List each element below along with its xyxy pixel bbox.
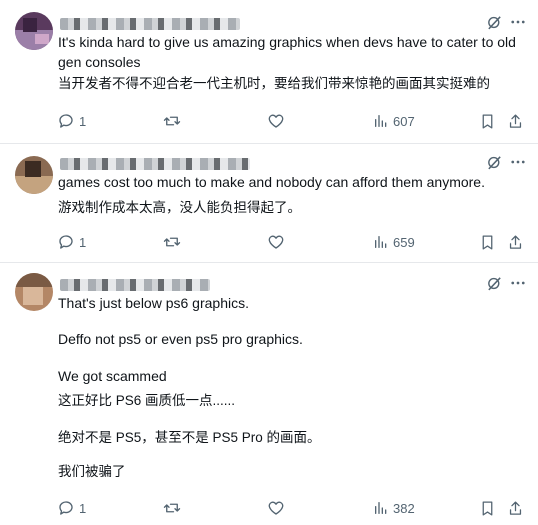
like-button[interactable] xyxy=(267,231,285,253)
more-icon[interactable] xyxy=(508,273,528,293)
post-2[interactable]: games cost too much to make and nobody c… xyxy=(0,144,538,262)
avatar[interactable] xyxy=(15,273,53,311)
action-bar: 1 607 xyxy=(55,110,535,132)
reply-icon xyxy=(59,114,73,128)
like-icon xyxy=(268,235,284,249)
views-button[interactable]: 607 xyxy=(373,110,415,132)
share-icon xyxy=(509,113,522,128)
grok-icon[interactable] xyxy=(484,152,504,172)
share-button[interactable] xyxy=(507,497,524,519)
view-count: 659 xyxy=(393,234,415,250)
share-button[interactable] xyxy=(507,231,524,253)
share-button[interactable] xyxy=(507,110,524,132)
bookmark-icon xyxy=(482,234,493,250)
text-line: It's kinda hard to give us amazing graph… xyxy=(58,34,516,50)
bookmark-icon xyxy=(482,500,493,516)
reply-count: 1 xyxy=(79,500,87,516)
post-text-line: We got scammed xyxy=(58,368,167,384)
retweet-button[interactable] xyxy=(163,110,181,132)
retweet-button[interactable] xyxy=(163,231,181,253)
reply-button[interactable]: 1 xyxy=(57,110,86,132)
views-button[interactable]: 659 xyxy=(373,231,415,253)
retweet-button[interactable] xyxy=(163,497,181,519)
post-text-zh: 当开发者不得不迎合老一代主机时，要给我们带来惊艳的画面其实挺难的 xyxy=(58,74,526,94)
reply-button[interactable]: 1 xyxy=(57,497,86,519)
like-icon xyxy=(268,501,284,515)
grok-icon[interactable] xyxy=(484,12,504,32)
post-1[interactable]: It's kinda hard to give us amazing graph… xyxy=(0,0,538,143)
reply-count: 1 xyxy=(79,234,87,250)
author-name-obscured xyxy=(60,158,250,170)
text-line: 游戏制作成本太高，没人能负担得起了。 xyxy=(58,200,301,215)
like-icon xyxy=(268,114,284,128)
post-text-en: games cost too much to make and nobody c… xyxy=(58,172,526,192)
reply-icon xyxy=(59,235,73,249)
text-line: games cost too much to make and nobody c… xyxy=(58,174,485,190)
post-text-en: It's kinda hard to give us amazing graph… xyxy=(58,32,526,72)
bookmark-button[interactable] xyxy=(479,497,496,519)
reply-icon xyxy=(59,501,73,515)
action-bar: 1 659 xyxy=(55,231,535,253)
bookmark-button[interactable] xyxy=(479,231,496,253)
reply-count: 1 xyxy=(79,113,87,129)
bookmark-button[interactable] xyxy=(479,110,496,132)
view-count: 382 xyxy=(393,500,415,516)
text-line: 当开发者不得不迎合老一代主机时，要给我们带来惊艳的画面其实挺难的 xyxy=(58,76,490,91)
text-line: gen consoles xyxy=(58,54,141,70)
view-count: 607 xyxy=(393,113,415,129)
retweet-icon xyxy=(163,503,181,513)
like-button[interactable] xyxy=(267,110,285,132)
more-icon[interactable] xyxy=(508,12,528,32)
share-icon xyxy=(509,500,522,515)
grok-icon[interactable] xyxy=(484,273,504,293)
post-text-line: 这正好比 PS6 画质低一点...... xyxy=(58,393,236,408)
avatar[interactable] xyxy=(15,12,53,50)
post-3[interactable]: That's just below ps6 graphics. Deffo no… xyxy=(0,263,538,525)
retweet-icon xyxy=(163,237,181,247)
post-text-line: That's just below ps6 graphics. xyxy=(58,295,249,311)
author-name-obscured xyxy=(60,18,240,30)
avatar[interactable] xyxy=(15,156,53,194)
post-text-zh: 游戏制作成本太高，没人能负担得起了。 xyxy=(58,198,526,218)
bookmark-icon xyxy=(482,113,493,129)
post-text-line: 我们被骗了 xyxy=(58,464,126,479)
action-bar: 1 382 xyxy=(55,497,535,519)
views-icon xyxy=(375,502,387,514)
more-icon[interactable] xyxy=(508,152,528,172)
views-button[interactable]: 382 xyxy=(373,497,415,519)
views-icon xyxy=(375,115,387,127)
post-text-line: 绝对不是 PS5，甚至不是 PS5 Pro 的画面。 xyxy=(58,430,321,445)
author-name-obscured xyxy=(60,279,210,291)
share-icon xyxy=(509,234,522,249)
views-icon xyxy=(375,236,387,248)
like-button[interactable] xyxy=(267,497,285,519)
retweet-icon xyxy=(163,116,181,126)
post-text-line: Deffo not ps5 or even ps5 pro graphics. xyxy=(58,331,303,347)
reply-button[interactable]: 1 xyxy=(57,231,86,253)
